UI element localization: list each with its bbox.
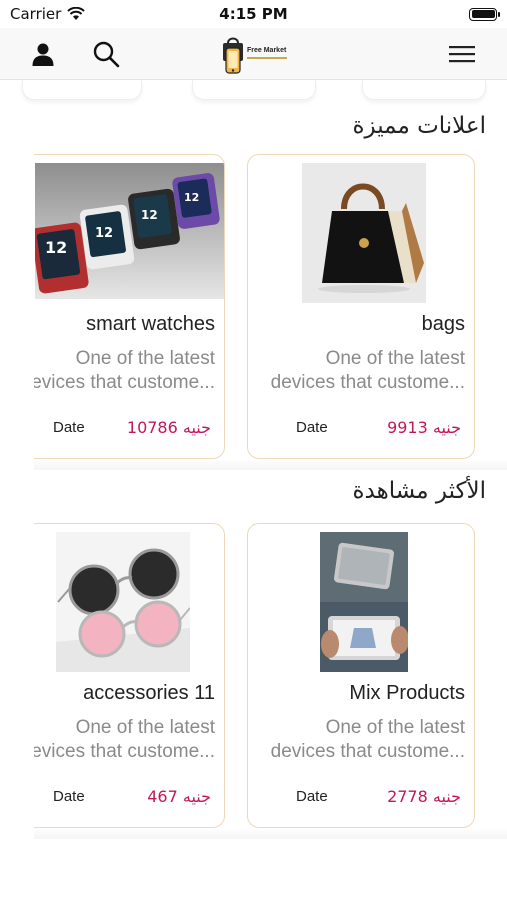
product-date: Date	[53, 788, 85, 805]
product-description: One of the latest devices that custome..…	[34, 717, 215, 762]
hamburger-menu-icon[interactable]	[446, 38, 478, 70]
previous-row-card[interactable]	[192, 80, 316, 100]
svg-text:12: 12	[184, 191, 199, 204]
product-price: 9913 جنيه	[387, 418, 461, 437]
shopping-bag-logo-icon	[223, 37, 243, 74]
product-date: Date	[296, 419, 328, 436]
status-bar: Carrier 4:15 PM	[0, 0, 507, 28]
svg-text:12: 12	[141, 208, 158, 222]
product-description: One of the latest devices that custome..…	[34, 348, 215, 393]
featured-ads-row[interactable]: bags One of the latest devices that cust…	[34, 154, 507, 470]
sunglasses-product-image	[56, 532, 190, 672]
product-price: 467 جنيه	[147, 787, 211, 806]
previous-row-card[interactable]	[362, 80, 486, 100]
row-shadow	[34, 827, 507, 839]
product-name: smart watches	[86, 313, 215, 335]
product-price: 2778 جنيه	[387, 787, 461, 806]
carrier-label: Carrier	[10, 5, 62, 23]
mix-products-image	[320, 532, 408, 672]
product-date: Date	[53, 419, 85, 436]
section-title-featured: اعلانات مميزة	[352, 113, 486, 139]
status-right	[337, 7, 500, 21]
bag-product-image	[302, 163, 426, 303]
product-name: bags	[421, 313, 465, 335]
svg-text:12: 12	[95, 226, 113, 241]
previous-row-card[interactable]	[22, 80, 142, 100]
product-description: One of the latest devices that custome..…	[270, 348, 465, 393]
product-card-bags[interactable]: bags One of the latest devices that cust…	[247, 154, 475, 459]
search-icon[interactable]	[90, 38, 122, 70]
product-name: Mix Products	[349, 682, 465, 704]
product-price: 10786 جنيه	[126, 418, 211, 437]
section-title-most-viewed: الأكثر مشاهدة	[352, 478, 487, 504]
smart-watches-product-image: 12 12 12 12	[35, 163, 224, 299]
row-shadow	[34, 458, 507, 470]
wifi-icon	[67, 7, 86, 20]
app-logo[interactable]: Free Market	[220, 34, 294, 76]
product-card-smart-watches[interactable]: 12 12 12 12 smart watches One of the lat…	[34, 154, 225, 459]
battery-icon	[469, 7, 500, 21]
user-icon[interactable]	[27, 38, 59, 70]
status-left: Carrier	[10, 5, 170, 23]
product-card-mix-products[interactable]: Mix Products One of the latest devices t…	[247, 523, 475, 828]
logo-underline	[247, 57, 287, 59]
product-card-accessories-11[interactable]: accessories 11 One of the latest devices…	[34, 523, 225, 828]
product-name: accessories 11	[83, 682, 215, 704]
product-description: One of the latest devices that custome..…	[270, 717, 465, 762]
most-viewed-row[interactable]: Mix Products One of the latest devices t…	[34, 523, 507, 839]
nav-bar: Free Market	[0, 28, 507, 80]
svg-text:12: 12	[45, 238, 67, 257]
product-date: Date	[296, 788, 328, 805]
status-time: 4:15 PM	[219, 5, 288, 23]
logo-text: Free Market	[247, 47, 287, 54]
